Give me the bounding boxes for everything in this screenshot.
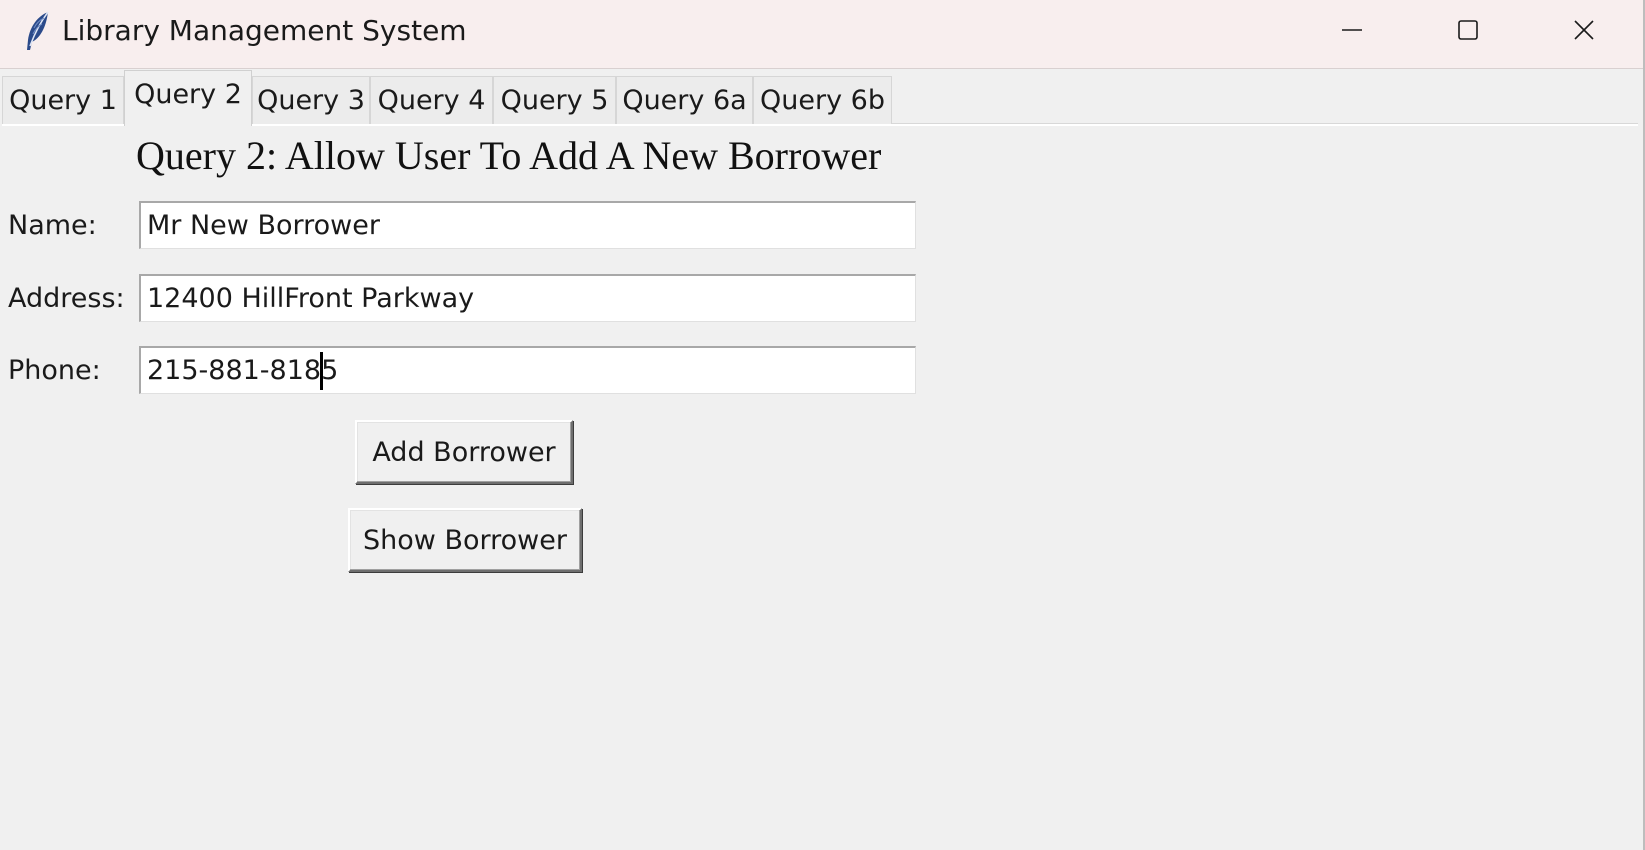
- tab-query-2[interactable]: Query 2: [124, 70, 252, 126]
- tab-query-4[interactable]: Query 4: [370, 76, 493, 124]
- feather-icon: [24, 10, 52, 52]
- page-title: Query 2: Allow User To Add A New Borrowe…: [136, 133, 882, 178]
- close-button[interactable]: [1526, 0, 1642, 60]
- phone-label: Phone:: [8, 355, 101, 386]
- maximize-button[interactable]: [1410, 0, 1526, 60]
- address-field[interactable]: [139, 274, 916, 322]
- minimize-button[interactable]: [1294, 0, 1410, 60]
- title-bar[interactable]: Library Management System: [0, 0, 1643, 69]
- text-caret: [320, 352, 323, 390]
- add-borrower-button[interactable]: Add Borrower: [355, 420, 573, 484]
- window-title: Library Management System: [62, 14, 467, 47]
- maximize-icon: [1457, 19, 1479, 41]
- address-label: Address:: [8, 283, 125, 314]
- name-field[interactable]: [139, 201, 916, 249]
- name-label: Name:: [8, 210, 97, 241]
- tab-query-5[interactable]: Query 5: [493, 76, 616, 124]
- minimize-icon: [1341, 19, 1363, 41]
- show-borrower-button[interactable]: Show Borrower: [348, 508, 582, 572]
- phone-field[interactable]: [139, 346, 916, 394]
- tab-query-3[interactable]: Query 3: [252, 76, 370, 124]
- tab-query-6b[interactable]: Query 6b: [753, 76, 892, 124]
- close-icon: [1573, 19, 1595, 41]
- tab-query-1[interactable]: Query 1: [2, 76, 124, 124]
- app-window: Library Management System Query 1 Query …: [0, 0, 1645, 850]
- tab-query-6a[interactable]: Query 6a: [616, 76, 753, 124]
